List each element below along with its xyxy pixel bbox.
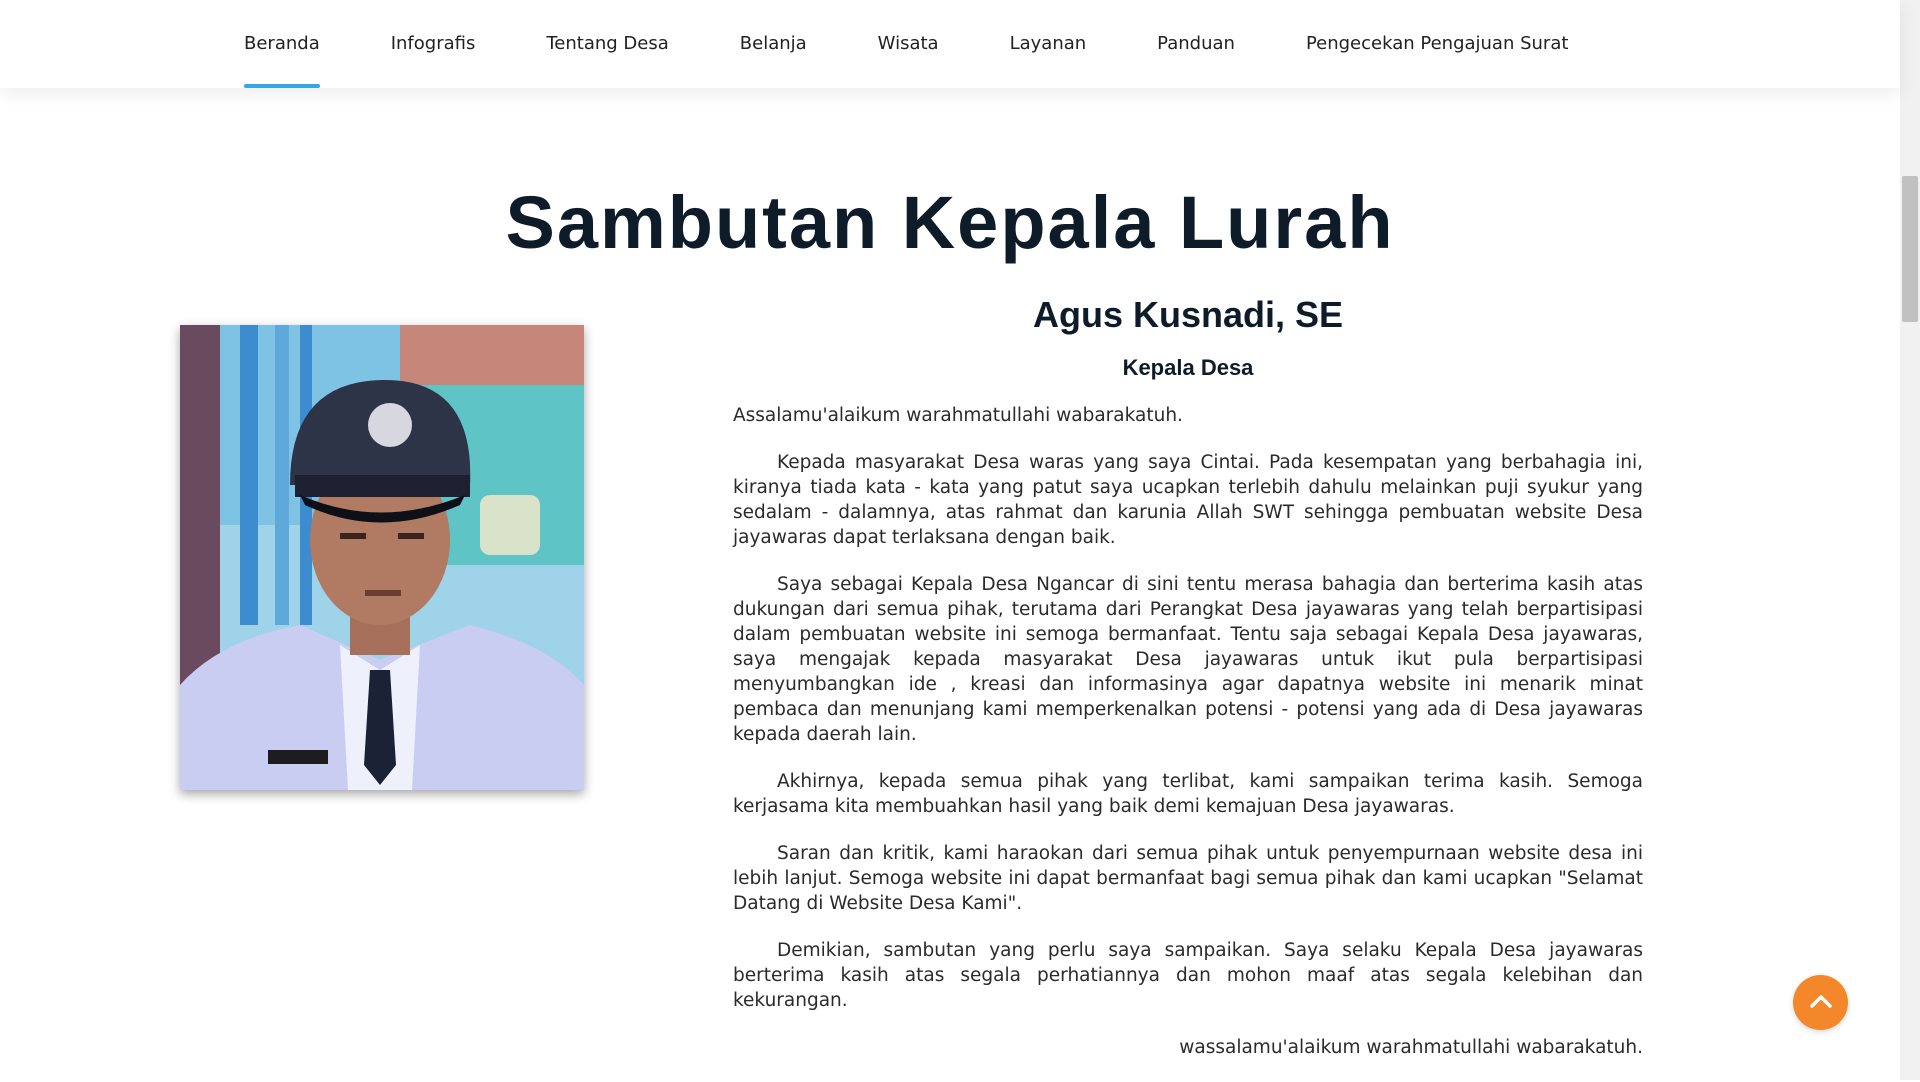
speech-paragraph: Demikian, sambutan yang perlu saya sampa… <box>733 940 1643 1011</box>
welcome-speech: Agus Kusnadi, SE Kepala Desa Assalamu'al… <box>733 295 1643 1082</box>
speech-greeting: Assalamu'alaikum warahmatullahi wabaraka… <box>733 405 1183 426</box>
speech-paragraph: Saya sebagai Kepala Desa Ngancar di sini… <box>733 574 1643 745</box>
nav-item-panduan[interactable]: Panduan <box>1157 0 1235 88</box>
page-scrollbar[interactable] <box>1900 0 1920 1080</box>
speech-closing: wassalamu'alaikum warahmatullahi wabarak… <box>1179 1037 1643 1058</box>
kepala-desa-photo <box>180 325 584 790</box>
nav-item-wisata[interactable]: Wisata <box>878 0 939 88</box>
nav-item-belanja[interactable]: Belanja <box>740 0 807 88</box>
speech-paragraph: Akhirnya, kepada semua pihak yang terlib… <box>733 771 1643 817</box>
kepala-desa-name: Agus Kusnadi, SE <box>1032 294 1344 335</box>
speech-paragraph: Saran dan kritik, kami haraokan dari sem… <box>733 843 1643 914</box>
nav-item-infografis[interactable]: Infografis <box>391 0 476 88</box>
nav-item-tentang-desa[interactable]: Tentang Desa <box>546 0 668 88</box>
chevron-up-icon <box>1809 993 1832 1012</box>
kepala-desa-role: Kepala Desa <box>1122 355 1254 380</box>
page-title: Sambutan Kepala Lurah <box>505 181 1395 264</box>
nav-menu: Beranda Infografis Tentang Desa Belanja … <box>244 0 1639 88</box>
speech-paragraph: Kepada masyarakat Desa waras yang saya C… <box>733 452 1643 548</box>
nav-item-pengecekan-pengajuan-surat[interactable]: Pengecekan Pengajuan Surat <box>1306 0 1568 88</box>
top-navbar: Beranda Infografis Tentang Desa Belanja … <box>0 0 1900 88</box>
nav-item-beranda[interactable]: Beranda <box>244 0 320 88</box>
scrollbar-thumb[interactable] <box>1902 176 1918 322</box>
back-to-top-button[interactable] <box>1793 975 1848 1030</box>
nav-item-layanan[interactable]: Layanan <box>1010 0 1087 88</box>
